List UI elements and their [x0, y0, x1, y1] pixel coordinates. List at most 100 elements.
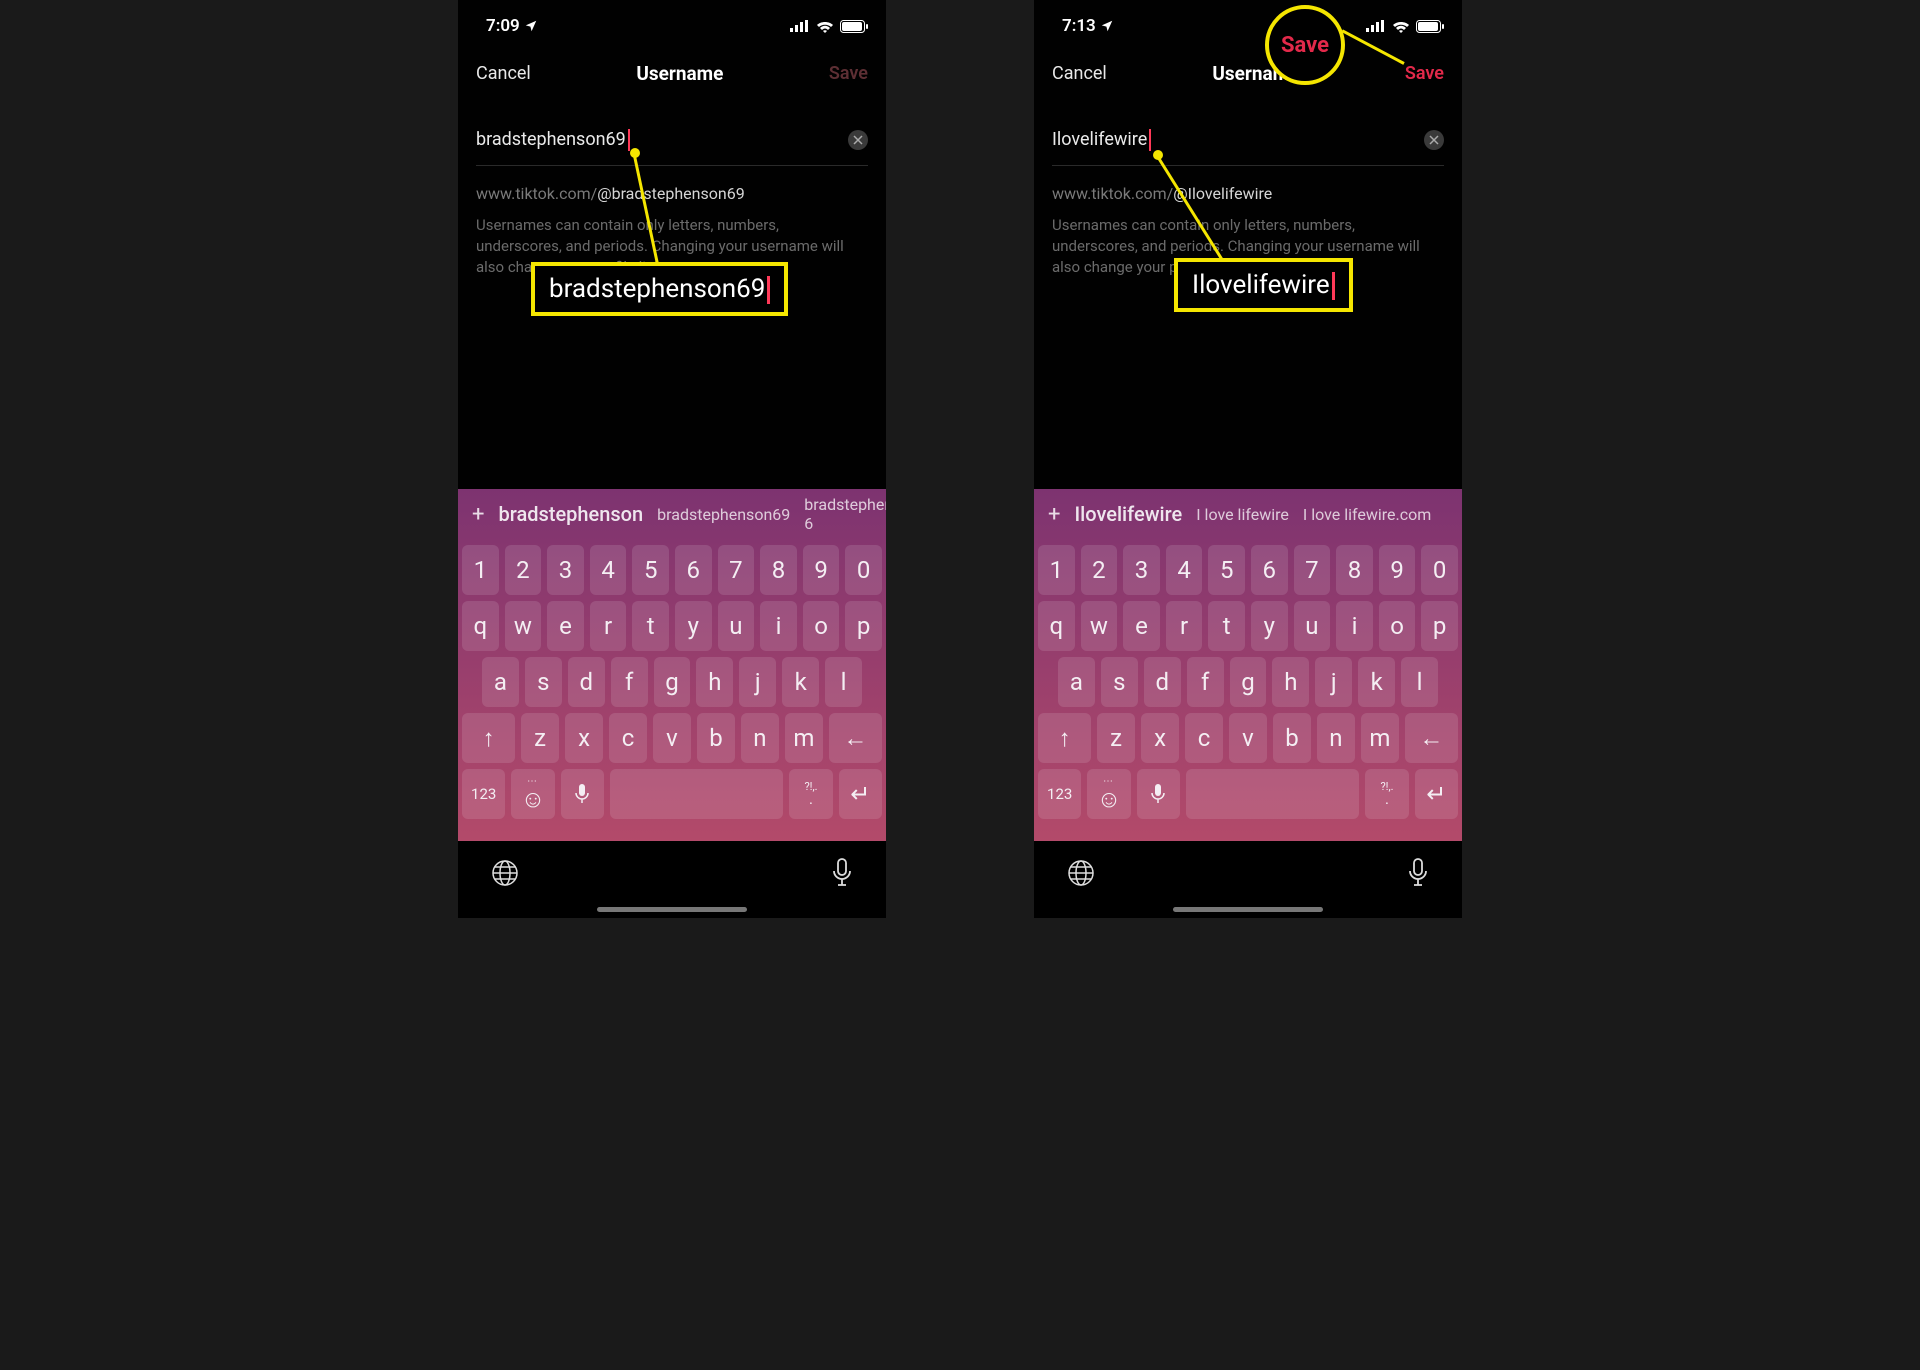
key-punct[interactable]: ?!,..	[1365, 769, 1408, 819]
key-z[interactable]: z	[521, 713, 559, 763]
key-b[interactable]: b	[1273, 713, 1311, 763]
key-m[interactable]: m	[785, 713, 823, 763]
key-o[interactable]: o	[1379, 601, 1416, 651]
save-button[interactable]: Save	[1405, 63, 1444, 84]
cancel-button[interactable]: Cancel	[1052, 63, 1107, 84]
save-button[interactable]: Save	[829, 63, 868, 84]
key-q[interactable]: q	[462, 601, 499, 651]
key-5[interactable]: 5	[632, 545, 669, 595]
suggestion-main[interactable]: bradstephenson	[498, 502, 643, 526]
key-w[interactable]: w	[1081, 601, 1118, 651]
key-n[interactable]: n	[741, 713, 779, 763]
key-5[interactable]: 5	[1208, 545, 1245, 595]
key-o[interactable]: o	[803, 601, 840, 651]
key-4[interactable]: 4	[590, 545, 627, 595]
key-123[interactable]: 123	[1038, 769, 1081, 819]
key-space[interactable]	[1186, 769, 1359, 819]
key-s[interactable]: s	[1101, 657, 1138, 707]
key-3[interactable]: 3	[1123, 545, 1160, 595]
key-d[interactable]: d	[1144, 657, 1181, 707]
suggestion-main[interactable]: Ilovelifewire	[1074, 502, 1182, 526]
key-g[interactable]: g	[654, 657, 691, 707]
key-l[interactable]: l	[825, 657, 862, 707]
key-x[interactable]: x	[1141, 713, 1179, 763]
key-6[interactable]: 6	[1251, 545, 1288, 595]
key-e[interactable]: e	[1123, 601, 1160, 651]
suggestion-add-icon[interactable]: +	[1048, 502, 1060, 527]
key-return[interactable]: ↵	[839, 769, 882, 819]
key-space[interactable]	[610, 769, 783, 819]
key-mic[interactable]	[561, 769, 604, 819]
key-y[interactable]: y	[1251, 601, 1288, 651]
key-a[interactable]: a	[482, 657, 519, 707]
key-i[interactable]: i	[760, 601, 797, 651]
key-d[interactable]: d	[568, 657, 605, 707]
key-e[interactable]: e	[547, 601, 584, 651]
key-k[interactable]: k	[1358, 657, 1395, 707]
key-c[interactable]: c	[1185, 713, 1223, 763]
key-0[interactable]: 0	[845, 545, 882, 595]
suggestion-bar[interactable]: + Ilovelifewire I love lifewire I love l…	[1038, 489, 1458, 539]
key-g[interactable]: g	[1230, 657, 1267, 707]
key-s[interactable]: s	[525, 657, 562, 707]
keyboard[interactable]: + bradstephenson bradstephenson69 bradst…	[458, 489, 886, 841]
key-4[interactable]: 4	[1166, 545, 1203, 595]
key-r[interactable]: r	[590, 601, 627, 651]
key-1[interactable]: 1	[462, 545, 499, 595]
key-9[interactable]: 9	[1379, 545, 1416, 595]
key-t[interactable]: t	[1208, 601, 1245, 651]
key-2[interactable]: 2	[505, 545, 542, 595]
key-p[interactable]: p	[845, 601, 882, 651]
suggestion-alt[interactable]: I love lifewire.com	[1303, 505, 1431, 524]
key-6[interactable]: 6	[675, 545, 712, 595]
suggestion-bar[interactable]: + bradstephenson bradstephenson69 bradst…	[462, 489, 882, 539]
key-7[interactable]: 7	[718, 545, 755, 595]
key-0[interactable]: 0	[1421, 545, 1458, 595]
suggestion-add-icon[interactable]: +	[472, 502, 484, 527]
key-z[interactable]: z	[1097, 713, 1135, 763]
key-8[interactable]: 8	[1336, 545, 1373, 595]
key-←[interactable]: ←	[829, 713, 882, 763]
username-input-row[interactable]: Ilovelifewire	[1052, 129, 1444, 166]
key-9[interactable]: 9	[803, 545, 840, 595]
key-y[interactable]: y	[675, 601, 712, 651]
key-u[interactable]: u	[1294, 601, 1331, 651]
key-2[interactable]: 2	[1081, 545, 1118, 595]
mic-icon[interactable]	[830, 857, 854, 889]
home-indicator[interactable]	[597, 907, 747, 912]
key-l[interactable]: l	[1401, 657, 1438, 707]
key-i[interactable]: i	[1336, 601, 1373, 651]
key-8[interactable]: 8	[760, 545, 797, 595]
key-c[interactable]: c	[609, 713, 647, 763]
suggestion-alt[interactable]: bradstephenson 6	[804, 495, 886, 533]
key-b[interactable]: b	[697, 713, 735, 763]
key-p[interactable]: p	[1421, 601, 1458, 651]
key-↑[interactable]: ↑	[1038, 713, 1091, 763]
suggestion-alt[interactable]: bradstephenson69	[657, 505, 790, 524]
key-k[interactable]: k	[782, 657, 819, 707]
key-↑[interactable]: ↑	[462, 713, 515, 763]
home-indicator[interactable]	[1173, 907, 1323, 912]
key-j[interactable]: j	[739, 657, 776, 707]
key-3[interactable]: 3	[547, 545, 584, 595]
suggestion-alt[interactable]: I love lifewire	[1196, 505, 1289, 524]
key-v[interactable]: v	[1229, 713, 1267, 763]
clear-icon[interactable]	[848, 130, 868, 150]
key-h[interactable]: h	[696, 657, 733, 707]
key-n[interactable]: n	[1317, 713, 1355, 763]
key-f[interactable]: f	[1187, 657, 1224, 707]
key-7[interactable]: 7	[1294, 545, 1331, 595]
key-q[interactable]: q	[1038, 601, 1075, 651]
key-r[interactable]: r	[1166, 601, 1203, 651]
key-m[interactable]: m	[1361, 713, 1399, 763]
key-return[interactable]: ↵	[1415, 769, 1458, 819]
key-w[interactable]: w	[505, 601, 542, 651]
key-←[interactable]: ←	[1405, 713, 1458, 763]
key-mic[interactable]	[1137, 769, 1180, 819]
key-x[interactable]: x	[565, 713, 603, 763]
key-u[interactable]: u	[718, 601, 755, 651]
globe-icon[interactable]	[1066, 858, 1096, 888]
clear-icon[interactable]	[1424, 130, 1444, 150]
globe-icon[interactable]	[490, 858, 520, 888]
key-emoji[interactable]: ⋯☺	[1087, 769, 1130, 819]
